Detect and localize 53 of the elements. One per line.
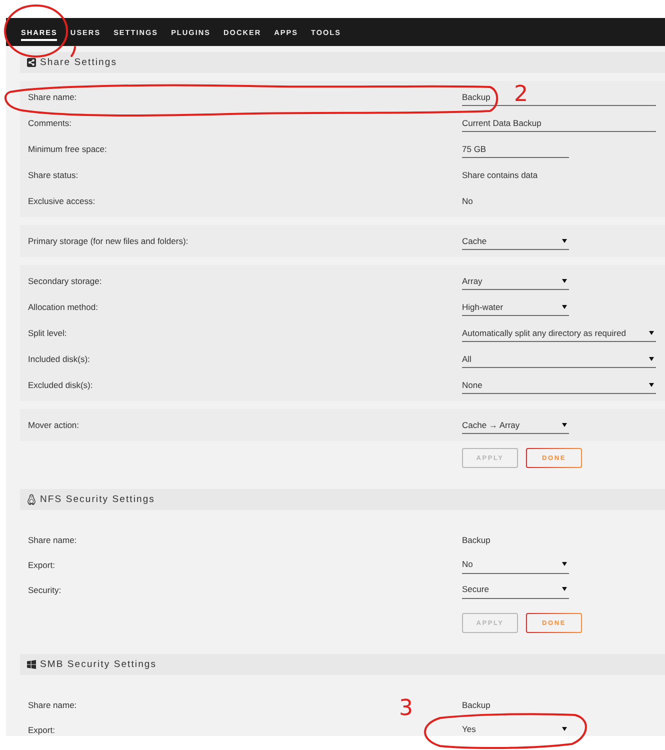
dropdown[interactable]: Cache → Array — [462, 416, 569, 434]
dropdown[interactable]: High-water — [462, 298, 569, 316]
caret-icon — [562, 587, 567, 591]
annotation-ellipse — [4, 4, 68, 58]
section-title: Share Settings — [40, 57, 118, 68]
field-label: Share name: — [28, 700, 77, 710]
field-value: No — [462, 196, 473, 206]
field-label: Comments: — [28, 118, 72, 128]
field-label: Allocation method: — [28, 302, 98, 312]
dropdown[interactable]: Array — [462, 272, 569, 290]
field-label: Share name: — [28, 534, 77, 544]
field-label: Mover action: — [28, 420, 80, 430]
section-title: NFS Security Settings — [40, 494, 155, 505]
text-input[interactable]: Current Data Backup — [462, 114, 656, 132]
dropdown[interactable]: All — [462, 350, 656, 368]
caret-icon — [562, 562, 567, 566]
field-label: Secondary storage: — [28, 276, 102, 286]
field-label: Exclusive access: — [28, 196, 96, 206]
field-label: Export: — [28, 724, 55, 734]
share-icon — [27, 58, 36, 67]
annotation-number: 2 — [514, 86, 528, 105]
field-label: Export: — [28, 560, 55, 570]
dropdown[interactable]: None — [462, 376, 656, 394]
field-label: Excluded disk(s): — [28, 380, 93, 390]
field-value: Share contains data — [462, 170, 538, 180]
field-label: Split level: — [28, 328, 67, 338]
text-input[interactable]: 75 GB — [462, 140, 569, 158]
caret-icon — [562, 422, 567, 426]
caret-icon — [562, 304, 567, 308]
caret-icon — [649, 356, 654, 360]
field-value: Backup — [462, 700, 490, 710]
dropdown[interactable]: Cache — [462, 232, 569, 250]
dropdown[interactable]: Secure — [462, 580, 569, 598]
field-label: Security: — [28, 584, 62, 594]
dropdown[interactable]: Automatically split any directory as required — [462, 324, 656, 342]
window-panes-icon — [27, 660, 36, 669]
caret-icon — [562, 727, 567, 731]
section-title: SMB Security Settings — [40, 659, 157, 670]
caret-icon — [649, 382, 654, 386]
annotation-number: 3 — [399, 700, 413, 719]
dropdown[interactable]: No — [462, 556, 569, 574]
field-value: Backup — [462, 534, 490, 544]
dropdown[interactable]: Yes — [462, 720, 569, 736]
field-label: Share status: — [28, 170, 78, 180]
caret-icon — [649, 330, 654, 334]
caret-icon — [562, 238, 567, 242]
field-label: Minimum free space: — [28, 144, 107, 154]
field-label: Share name: — [28, 92, 77, 102]
field-label: Included disk(s): — [28, 354, 90, 364]
field-label: Primary storage (for new files and folders): — [28, 236, 188, 246]
penguin-icon — [27, 494, 36, 505]
annotation-stroke — [70, 46, 76, 57]
caret-icon — [562, 278, 567, 282]
